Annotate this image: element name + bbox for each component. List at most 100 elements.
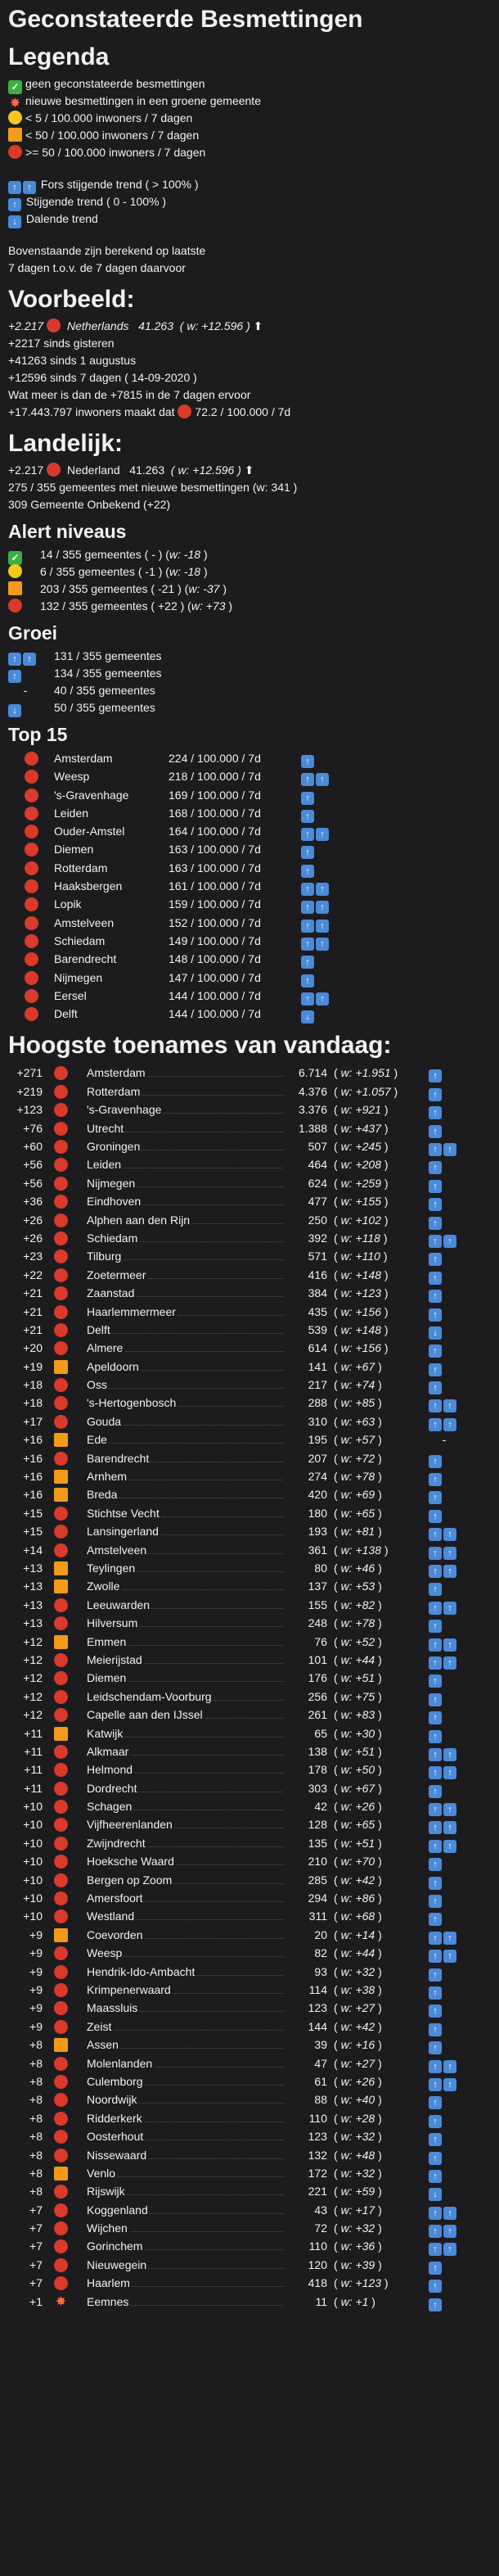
week-value: ( w: +74 ) [334, 1378, 382, 1392]
total-value: 93 [314, 1964, 327, 1978]
municipality-name: Schiedam [54, 933, 106, 947]
increase-value: +13 [23, 1598, 43, 1611]
increase-value: +18 [23, 1378, 43, 1392]
total-value: 176 [308, 1671, 327, 1685]
increase-value: +56 [23, 1176, 43, 1190]
total-value: 420 [308, 1488, 327, 1502]
total-value: 248 [308, 1616, 327, 1630]
municipality-name: Katwijk [87, 1726, 125, 1740]
total-value: 76 [314, 1634, 327, 1648]
top15-row: Diemen 163 / 100.000 / 7d ↑ [8, 840, 491, 860]
arrow-up-icon: ↑ ↑ [429, 1394, 458, 1413]
municipality-name: Groningen [87, 1140, 142, 1154]
arrow-up-icon: ↑ ↑ [429, 2072, 458, 2091]
orange-square-icon [54, 1433, 68, 1448]
arrow-up-icon: ↑ [429, 2256, 443, 2275]
alert-close: ) [200, 548, 208, 561]
municipality-name: 's-Hertogenbosch [87, 1396, 178, 1410]
total-value: 1.388 [298, 1121, 327, 1135]
municipality-name: Rijswijk [87, 2185, 127, 2199]
arrow-up-icon: ↑ ↑ [429, 1596, 458, 1615]
municipality-name: Breda [87, 1488, 119, 1502]
week-value: ( w: +148 ) [334, 1322, 389, 1336]
week-value: ( w: +245 ) [334, 1140, 389, 1154]
red-circle-icon [178, 404, 192, 418]
week-value: ( w: +42 ) [334, 2019, 382, 2033]
week-value: ( w: +51 ) [334, 1836, 382, 1850]
increase-value: +20 [23, 1341, 43, 1355]
week-value: ( w: +82 ) [334, 1598, 382, 1611]
total-value: 6.714 [298, 1066, 327, 1080]
municipality-name: Zoetermeer [87, 1268, 148, 1281]
red-circle-icon [25, 806, 38, 820]
top15-row: Amstelveen 152 / 100.000 / 7d ↑ ↑ [8, 914, 491, 933]
week-value: ( w: +156 ) [334, 1341, 389, 1355]
municipality-name: Ouder-Amstel [54, 825, 125, 838]
arrow-up-icon: ↑ ↑ [301, 877, 330, 897]
red-circle-icon [54, 1818, 68, 1833]
arrow-up-icon: ↑ [429, 1155, 443, 1175]
municipality-name: Alkmaar [87, 1744, 131, 1758]
week-value: ( w: +32 ) [334, 2221, 382, 2235]
increase-row: +12 Meierijstad 101 ( w: +44 ) ↑ ↑ [8, 1651, 491, 1670]
total-value: 3.376 [298, 1103, 327, 1117]
arrow-up-icon: ↑ [301, 950, 316, 969]
increase-row: +9 Coevorden 20 ( w: +14 ) ↑ ↑ [8, 1926, 491, 1945]
municipality-name: Arnhem [87, 1470, 129, 1484]
municipality-name: Vijfheerenlanden [87, 1818, 174, 1832]
municipality-name: Weesp [54, 770, 90, 784]
arrow-up-icon: ↑ [429, 2274, 443, 2294]
municipality-name: Eersel [54, 988, 87, 1002]
increase-row: +9 Zeist 144 ( w: +42 ) ↑ [8, 2018, 491, 2036]
week-value: ( w: +1.057 ) [334, 1084, 398, 1098]
arrow-up-icon: ↑ [429, 1358, 443, 1376]
groei-text: 134 / 355 gemeentes [54, 667, 162, 680]
arrow-up-icon: ↑ [429, 1963, 443, 1982]
week-value: ( w: +30 ) [334, 1726, 382, 1740]
arrow-up-icon: ↑ ↑ [429, 1797, 458, 1817]
alert-count: 14 / 355 gemeentes ( - ) ( [40, 548, 169, 561]
legend-note: 7 dagen t.o.v. de 7 dagen daarvoor [8, 261, 186, 274]
arrow-up-icon: ↑ [301, 859, 316, 878]
red-circle-icon [54, 1341, 68, 1356]
week-value: ( w: +81 ) [334, 1525, 382, 1539]
increase-row: +26 Alphen aan den Rijn 250 ( w: +102 ) ↑ [8, 1211, 491, 1230]
top15-row: 's-Gravenhage 169 / 100.000 / 7d ↑ [8, 786, 491, 805]
total-value: 217 [308, 1378, 327, 1392]
increase-value: +16 [23, 1433, 43, 1447]
total-value: 361 [308, 1543, 327, 1557]
alert-close: ) [225, 599, 233, 612]
arrow-up-icon: ↑ [429, 2127, 443, 2147]
red-circle-icon [54, 2221, 68, 2236]
rate-value: 149 / 100.000 / 7d [169, 933, 261, 947]
municipality-name: Oosterhout [87, 2130, 146, 2144]
legend-item: ✓ geen geconstateerde besmettingen [8, 75, 491, 94]
increase-value: +10 [23, 1800, 43, 1814]
increase-row: +36 Eindhoven 477 ( w: +155 ) ↑ [8, 1192, 491, 1212]
increase-row: +9 Krimpenerwaard 114 ( w: +38 ) ↑ [8, 1981, 491, 2000]
red-circle-icon [25, 752, 38, 766]
week-value: ( w: +155 ) [334, 1195, 389, 1209]
municipality-name: Ede [87, 1433, 109, 1447]
dotted-leader [87, 1443, 283, 1444]
increase-row: +7 Nieuwegein 120 ( w: +39 ) ↑ [8, 2256, 491, 2275]
increase-row: +15 Lansingerland 193 ( w: +81 ) ↑ ↑ [8, 1522, 491, 1542]
legend-item: >= 50 / 100.000 inwoners / 7 dagen [8, 144, 491, 161]
dotted-leader [87, 2029, 283, 2031]
municipality-name: Eindhoven [87, 1195, 143, 1209]
alert-row: 132 / 355 gemeentes ( +22 ) ( w: +73 ) [8, 598, 491, 615]
increase-value: +7 [29, 2239, 43, 2253]
increase-row: +10 Amersfoort 294 ( w: +86 ) ↑ [8, 1889, 491, 1909]
municipality-name: Amersfoort [87, 1891, 145, 1905]
legend-item: ✸ nieuwe besmettingen in een groene gemee… [8, 93, 491, 111]
red-circle-icon [54, 2019, 68, 2034]
total-value: 221 [308, 2185, 327, 2199]
week-value: ( w: +16 ) [334, 2038, 382, 2052]
groei-row: ↑ 134 / 355 gemeentes [8, 665, 491, 683]
groei-row: - 40 / 355 gemeentes [8, 682, 491, 699]
red-circle-icon [25, 970, 38, 985]
total-value: 178 [308, 1763, 327, 1777]
arrow-up-icon: ↑ [429, 2146, 443, 2165]
arrow-up-icon: ↑ [429, 2293, 443, 2312]
total-value: 539 [308, 1322, 327, 1336]
